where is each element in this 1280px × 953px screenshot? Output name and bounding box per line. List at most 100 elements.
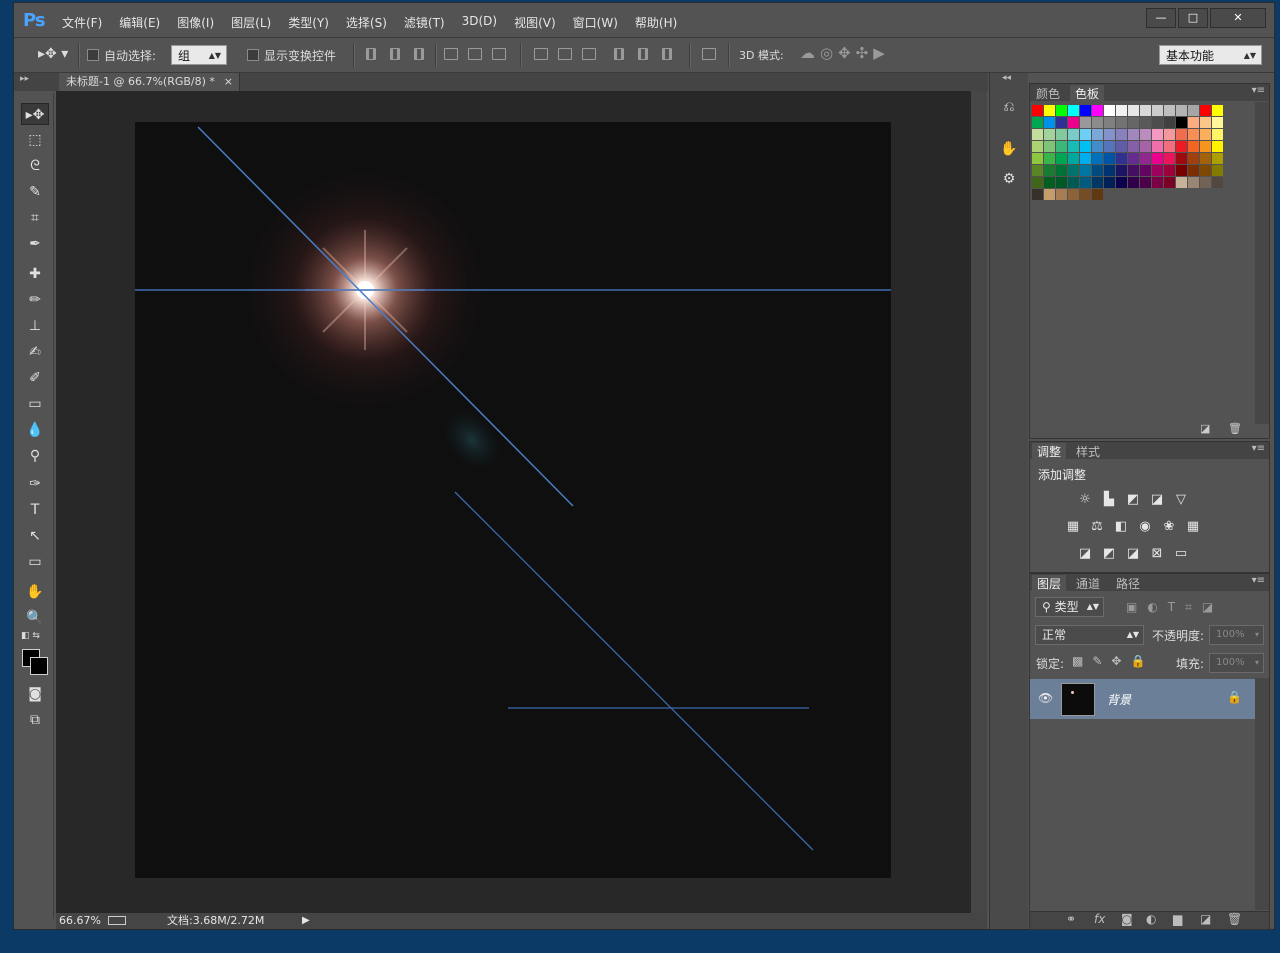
color-swatch[interactable] <box>1200 177 1211 188</box>
color-swatch[interactable] <box>1044 117 1055 128</box>
hue-saturation-icon[interactable]: ▦ <box>1064 520 1082 534</box>
color-swatch[interactable] <box>1140 105 1151 116</box>
color-swatch[interactable] <box>1140 141 1151 152</box>
hand-tool-icon[interactable]: ✋ <box>21 581 49 603</box>
color-swatch[interactable] <box>1176 153 1187 164</box>
color-swatch[interactable] <box>1104 165 1115 176</box>
color-swatch[interactable] <box>1164 177 1175 188</box>
swatches-scrollbar[interactable] <box>1255 102 1269 424</box>
blend-mode-dropdown[interactable]: 正常 ▲▼ <box>1035 625 1144 645</box>
delete-layer-icon[interactable]: 🗑 <box>1227 912 1242 926</box>
color-swatch[interactable] <box>1032 129 1043 140</box>
new-layer-icon[interactable]: ◪ <box>1200 912 1211 926</box>
distribute-left-icon[interactable] <box>614 48 624 60</box>
quick-select-tool-icon[interactable]: ✎ <box>21 181 49 203</box>
color-swatch[interactable] <box>1188 141 1199 152</box>
color-swatch[interactable] <box>1140 129 1151 140</box>
color-swatch[interactable] <box>1032 117 1043 128</box>
opacity-input[interactable]: 100% ▾ <box>1209 625 1264 645</box>
color-swatch[interactable] <box>1056 129 1067 140</box>
color-swatch[interactable] <box>1140 153 1151 164</box>
new-group-icon[interactable]: ▆ <box>1173 912 1182 926</box>
black-white-icon[interactable]: ◧ <box>1112 520 1130 534</box>
color-swatch[interactable] <box>1056 153 1067 164</box>
color-swatch[interactable] <box>1152 165 1163 176</box>
eye-icon[interactable]: 👁 <box>1038 691 1053 705</box>
menu-item[interactable]: 类型(Y) <box>288 14 329 31</box>
color-swatch[interactable] <box>1176 129 1187 140</box>
document-tab[interactable]: 未标题-1 @ 66.7%(RGB/8) * × <box>59 73 240 91</box>
screen-mode-icon[interactable]: ⧉ <box>21 709 49 731</box>
color-swatch[interactable] <box>1080 129 1091 140</box>
color-swatch[interactable] <box>1104 177 1115 188</box>
clone-stamp-tool-icon[interactable]: ⊥ <box>21 315 49 337</box>
color-swatch[interactable] <box>1056 177 1067 188</box>
lock-icons[interactable]: ▩✎✥🔒 <box>1072 654 1154 668</box>
blur-tool-icon[interactable]: 💧 <box>21 419 49 441</box>
color-swatch[interactable] <box>1176 117 1187 128</box>
color-swatch[interactable] <box>1164 117 1175 128</box>
color-swatch[interactable] <box>1080 189 1091 200</box>
close-button[interactable]: ✕ <box>1210 8 1266 28</box>
color-swatch[interactable] <box>1032 165 1043 176</box>
color-swatch[interactable] <box>1164 129 1175 140</box>
tab-adjustments[interactable]: 调整 <box>1032 443 1067 459</box>
color-swatch[interactable] <box>1068 105 1079 116</box>
color-swatch[interactable] <box>1092 141 1103 152</box>
maximize-button[interactable]: □ <box>1178 8 1208 28</box>
menu-item[interactable]: 滤镜(T) <box>404 14 445 31</box>
color-swatch[interactable] <box>1104 105 1115 116</box>
color-swatch[interactable] <box>1068 189 1079 200</box>
color-swatch[interactable] <box>1176 177 1187 188</box>
color-swatch[interactable] <box>1188 153 1199 164</box>
menu-item[interactable]: 图像(I) <box>177 14 214 31</box>
color-swatch[interactable] <box>1044 153 1055 164</box>
menu-item[interactable]: 编辑(E) <box>119 14 160 31</box>
gradient-tool-icon[interactable]: ▭ <box>21 393 49 415</box>
color-swatch[interactable] <box>1032 153 1043 164</box>
panel-menu-icon[interactable]: ▾≡ <box>1252 443 1265 454</box>
color-swatch[interactable] <box>1080 177 1091 188</box>
invert-icon[interactable]: ◪ <box>1076 547 1094 561</box>
background-color-swatch[interactable] <box>30 657 48 675</box>
tab-layers[interactable]: 图层 <box>1032 575 1067 591</box>
rectangle-tool-icon[interactable]: ▭ <box>21 551 49 573</box>
color-balance-icon[interactable]: ⚖ <box>1088 520 1106 534</box>
color-swatch[interactable] <box>1068 177 1079 188</box>
color-lookup-icon[interactable]: ▦ <box>1184 520 1202 534</box>
color-swatch[interactable] <box>1188 129 1199 140</box>
history-panel-icon[interactable]: ⎌ <box>999 97 1019 117</box>
color-swatch[interactable] <box>1188 177 1199 188</box>
color-swatch[interactable] <box>1140 177 1151 188</box>
3d-mode-icons[interactable]: ☁◎✥✣▶ <box>800 44 890 62</box>
color-swatch[interactable] <box>1080 141 1091 152</box>
align-bottom-icon[interactable] <box>414 48 424 60</box>
fx-icon[interactable]: fx <box>1094 912 1105 926</box>
tab-color[interactable]: 颜色 <box>1036 85 1060 102</box>
color-swatch[interactable] <box>1080 105 1091 116</box>
color-swatch[interactable] <box>1188 105 1199 116</box>
zoom-tool-icon[interactable]: 🔍 <box>21 607 49 629</box>
color-swatch[interactable] <box>1032 177 1043 188</box>
color-swatch[interactable] <box>1080 165 1091 176</box>
color-swatch[interactable] <box>1188 165 1199 176</box>
color-swatch[interactable] <box>1116 165 1127 176</box>
color-swatch[interactable] <box>1044 141 1055 152</box>
color-swatch[interactable] <box>1128 141 1139 152</box>
color-swatch[interactable] <box>1056 189 1067 200</box>
layer-mask-icon[interactable]: ◙ <box>1121 912 1133 926</box>
color-swatch[interactable] <box>1092 189 1103 200</box>
color-swatch[interactable] <box>1044 129 1055 140</box>
align-hcenter-icon[interactable] <box>468 48 482 60</box>
new-swatch-icon[interactable]: ◪ <box>1200 422 1210 435</box>
layers-scrollbar[interactable] <box>1255 678 1269 910</box>
color-swatch[interactable] <box>1164 141 1175 152</box>
dodge-tool-icon[interactable]: ⚲ <box>21 445 49 467</box>
color-swatch[interactable] <box>1116 105 1127 116</box>
move-tool-icon[interactable]: ▸✥ ▾ <box>38 46 68 62</box>
color-swatch[interactable] <box>1092 129 1103 140</box>
default-colors-icon[interactable]: ◧ ⇆ <box>21 631 40 641</box>
distribute-bottom-icon[interactable] <box>582 48 596 60</box>
align-top-icon[interactable] <box>366 48 376 60</box>
vibrance-icon[interactable]: ▽ <box>1172 493 1190 507</box>
